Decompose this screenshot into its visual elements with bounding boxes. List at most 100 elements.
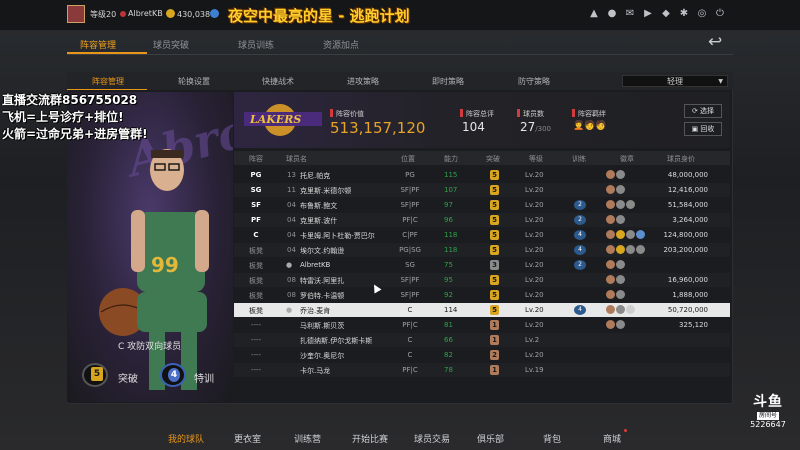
badge-list[interactable] [606,275,626,286]
nav-my-team[interactable]: 我的球队 [168,432,204,445]
lineup-value: 513,157,120 [330,119,426,137]
badge-list[interactable] [606,290,626,301]
nav-start-game[interactable]: 开始比赛 [352,432,388,445]
col-level[interactable]: 等级 [529,154,543,164]
badge-list[interactable] [606,200,636,211]
table-row[interactable]: ---- 扎德纳斯.伊尔戈斯卡斯 C 66 Lv.2 1 [234,333,730,347]
user-icon[interactable]: ● [606,8,618,20]
badge-list[interactable] [606,320,626,331]
subtab-instant-strategy[interactable]: 即时策略 [432,76,464,87]
nav-backpack[interactable]: 背包 [543,432,561,445]
nav-shop[interactable]: 商城 [603,432,621,445]
nav-player-trade[interactable]: 球员交易 [414,432,450,445]
col-training[interactable]: 训练 [572,154,586,164]
table-row[interactable]: C 04 卡里姆.阿卜杜勒-贾巴尔 C|PF 118 Lv.20 124,800,000 5 4 [234,228,730,242]
lineup-slot: ---- [250,366,262,374]
jersey-number: 11 [287,186,296,194]
table-row[interactable]: SF 04 布鲁斯.鲍文 SF|PF 97 Lv.20 51,584,000 5 2 [234,198,730,212]
player-name: 克里斯.波什 [300,217,338,225]
breakthrough-badge[interactable]: 5 [82,363,108,387]
subtab-rotation[interactable]: 轮换设置 [178,76,210,87]
jersey-number: 04 [287,246,296,254]
table-row[interactable]: 板凳 AlbretKB SG 75 Lv.20 ● 3 2 [234,258,730,272]
recycle-button[interactable]: ▣ 回收 [684,122,722,136]
breakthrough-level: 5 [490,305,499,315]
breakthrough-level: 1 [490,365,499,375]
player-ability: 118 [444,246,458,254]
back-icon[interactable]: ↩ [708,32,734,52]
tab-player-breakthrough[interactable]: 球员突破 [153,38,189,51]
nav-club[interactable]: 俱乐部 [477,432,504,445]
power-icon[interactable]: ⏻ [714,8,726,20]
badge-list[interactable] [606,230,646,241]
table-row[interactable]: 板凳 08 罗伯特.卡温顿 SF|PF 92 Lv.20 1,888,000 5 [234,288,730,302]
headset-icon[interactable]: ◎ [696,8,708,20]
nav-locker-room[interactable]: 更衣室 [234,432,261,445]
table-row[interactable]: 板凳 08 特雷沃.阿里扎 SF|PF 95 Lv.20 16,960,000 5 [234,273,730,287]
table-row[interactable]: 板凳 04 埃尔文.约翰逊 PG|SG 118 Lv.20 203,200,000 5 4 [234,243,730,257]
player-salary: 3,264,000 [672,216,708,224]
badge-icon [606,230,615,239]
breakthrough-level: 5 [490,275,499,285]
col-position[interactable]: 位置 [401,154,415,164]
col-badges[interactable]: 徽章 [620,154,634,164]
mail-icon[interactable]: ✉ [624,8,636,20]
subtab-defense-strategy[interactable]: 防守策略 [518,76,550,87]
table-row[interactable]: PF 04 克里斯.波什 PF|C 96 Lv.20 3,264,000 5 2 [234,213,730,227]
col-name[interactable]: 球员名 [286,154,307,164]
badge-list[interactable] [606,185,626,196]
table-row[interactable]: ---- 卡尔.马龙 PF|C 78 Lv.19 1 [234,363,730,377]
badge-list[interactable] [606,170,626,181]
player-level: Lv.20 [525,261,544,269]
player-level: Lv.20 [525,351,544,359]
badge-list[interactable] [606,215,626,226]
shield-icon[interactable]: ◆ [660,8,672,20]
gear-icon[interactable]: ✱ [678,8,690,20]
badge-list[interactable] [606,260,626,271]
badge-list[interactable] [606,245,646,256]
player-name: AlbretKB [300,261,331,269]
player-name: 卡尔.马龙 [300,367,331,375]
table-row[interactable]: SG 11 克里斯.米德尔顿 SF|PF 107 Lv.20 12,416,000 5 [234,183,730,197]
chevron-down-icon: ▼ [718,78,723,85]
coin-icon [166,9,175,18]
tab-player-training[interactable]: 球员训练 [238,38,274,51]
player-level: Lv.20 [525,276,544,284]
player-level: Lv.20 [525,231,544,239]
jersey-number: 04 [287,216,296,224]
nav-training-camp[interactable]: 训练营 [294,432,321,445]
table-row[interactable]: ---- 沙奎尔.奥尼尔 C 82 Lv.20 2 [234,348,730,362]
tab-lineup-management[interactable]: 阵容管理 [80,38,116,51]
filter-dropdown[interactable]: 轻理 ▼ [622,75,728,87]
table-header [234,151,730,165]
breakthrough-label[interactable]: 突破 [118,370,138,385]
bond-icons[interactable]: 🧑‍🦱🧑🧑 [573,121,607,131]
player-ability: 97 [444,201,453,209]
training-label[interactable]: 特训 [194,370,214,385]
subtab-lineup[interactable]: 阵容管理 [92,76,124,87]
table-row[interactable]: ---- 马利斯.斯贝茨 PF|C 81 Lv.20 325,120 1 [234,318,730,332]
badge-list[interactable] [606,305,636,316]
training-badge[interactable]: 4 [160,363,186,387]
video-icon[interactable]: ▶ [642,8,654,20]
subtab-offense-strategy[interactable]: 进攻策略 [347,76,379,87]
col-salary[interactable]: 球员身价 [667,154,695,164]
player-name: 乔治.麦肯 [300,307,331,315]
badge-icon [616,230,625,239]
jersey-number: 08 [287,276,296,284]
col-lineup[interactable]: 阵容 [249,154,263,164]
bell-icon[interactable]: ▲ [588,8,600,20]
subtab-quick-tactics[interactable]: 快捷战术 [262,76,294,87]
tab-resource-points[interactable]: 资源加点 [323,38,359,51]
player-level: Lv.19 [525,366,544,374]
table-row[interactable]: 板凳 乔治.麦肯 C 114 Lv.20 50,720,000 ● 5 4 [234,303,730,317]
player-ability: 118 [444,231,458,239]
badge-icon [616,185,625,194]
table-row[interactable]: PG 13 托尼.帕克 PG 115 Lv.20 48,000,000 5 [234,168,730,182]
avatar[interactable] [67,5,85,23]
select-button[interactable]: ⟳ 选择 [684,104,722,118]
col-ability[interactable]: 能力 [444,154,458,164]
col-breakthrough[interactable]: 突破 [486,154,500,164]
player-salary: 48,000,000 [667,171,708,179]
stream-overlay-text: 直播交流群856755028 飞机=上号诊疗+排位! 火箭=过命兄弟+进房管群! [2,92,148,143]
